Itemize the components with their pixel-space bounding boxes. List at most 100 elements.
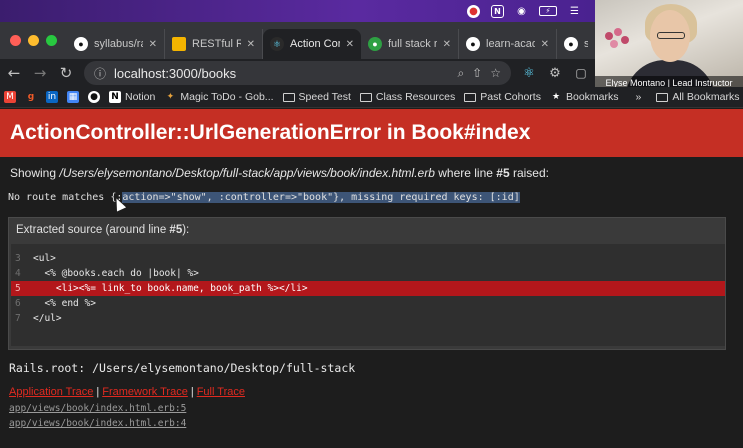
code-line: 3 <ul>	[11, 251, 725, 266]
star-icon[interactable]: ☆	[490, 66, 501, 80]
code-text: </ul>	[33, 313, 62, 324]
no-route-prefix: No route matches {:	[8, 192, 123, 203]
selected-text: action=>"show", :controller=>"book"}, mi…	[122, 192, 520, 203]
bookmarks-overflow-button[interactable]: »	[636, 91, 642, 103]
tab-title: RESTful Ro	[192, 38, 241, 50]
folder-icon	[282, 92, 295, 102]
bookmark-label: Past Cohorts	[480, 91, 541, 103]
trace-separator: |	[190, 386, 194, 398]
github-icon: ●	[368, 37, 382, 51]
trace-item-link[interactable]: app/views/book/index.html.erb:4	[9, 418, 186, 429]
source-title-line: #5	[169, 224, 183, 236]
bookmark-class-resources[interactable]: Class Resources	[359, 91, 456, 103]
close-icon[interactable]: ✕	[346, 39, 354, 50]
tab-title: syllabus/ra	[94, 38, 143, 50]
react-icon: ⚛	[270, 37, 284, 51]
zoom-window-button[interactable]	[46, 35, 57, 46]
bookmark-calendar[interactable]: ▦	[67, 91, 79, 103]
wifi-icon[interactable]: ☰	[568, 5, 581, 18]
raised-suffix: raised:	[509, 166, 549, 180]
bookmark-label: Class Resources	[375, 91, 456, 103]
github-icon: ●	[564, 37, 578, 51]
github-icon: ●	[88, 91, 100, 103]
bookmark-past-cohorts[interactable]: Past Cohorts	[464, 91, 541, 103]
site-info-icon[interactable]: ⓘ	[94, 65, 106, 82]
browser-tab[interactable]: ● full stack r ✕	[361, 29, 459, 59]
code-line-highlighted: 5 <li><%= link_to book.name, book_path %…	[11, 281, 725, 296]
minimize-window-button[interactable]	[28, 35, 39, 46]
bookmark-label: Magic ToDo - Gob...	[180, 91, 274, 103]
notion-icon[interactable]: N	[491, 4, 504, 18]
share-icon[interactable]: ⇧	[472, 66, 482, 80]
browser-tab[interactable]: ● syllabus/ra ✕	[67, 29, 165, 59]
raised-message: Showing /Users/elysemontano/Desktop/full…	[10, 166, 549, 180]
react-devtools-icon[interactable]: ⚛	[521, 66, 537, 81]
extensions-icon[interactable]: ⚙	[547, 66, 563, 81]
source-title-prefix: Extracted source (around line	[16, 224, 170, 236]
code-line: 7 </ul>	[11, 311, 725, 326]
bookmark-label: Notion	[125, 91, 156, 103]
trace-links: Application Trace | Framework Trace | Full T…	[9, 386, 245, 398]
browser-tab[interactable]: ● learn-acad ✕	[459, 29, 557, 59]
battery-icon[interactable]: ⚡	[539, 6, 557, 16]
star-icon: ★	[551, 92, 561, 102]
raised-prefix: Showing	[10, 166, 60, 180]
folder-icon	[359, 92, 372, 102]
browser-tab-active[interactable]: ⚛ Action Con ✕	[263, 29, 361, 59]
code-text: <% end %>	[33, 298, 96, 309]
forward-icon[interactable]: →	[32, 64, 48, 82]
notion-icon: N	[109, 91, 121, 103]
bookmark-gmail[interactable]: M	[4, 91, 16, 103]
framework-trace-link[interactable]: Framework Trace	[102, 386, 188, 398]
bookmark-magic-todo[interactable]: ✦ Magic ToDo - Gob...	[164, 91, 274, 103]
back-icon[interactable]: ←	[6, 64, 22, 82]
full-trace-link[interactable]: Full Trace	[197, 386, 245, 398]
source-title-suffix: ):	[182, 224, 190, 236]
raised-middle: where line	[434, 166, 497, 180]
application-trace-link[interactable]: Application Trace	[9, 386, 93, 398]
code-text: <li><%= link_to book.name, book_path %><…	[33, 283, 308, 294]
airdrop-icon[interactable]: ◉	[515, 5, 528, 18]
window-controls	[0, 35, 67, 46]
bookmark-label: Bookmarks	[565, 91, 619, 103]
address-bar[interactable]: ⓘ localhost:3000/books ⌕ ⇧ ☆	[84, 61, 511, 85]
error-header: ActionController::UrlGenerationError in …	[0, 109, 743, 157]
line-number: 7	[15, 313, 21, 324]
github-icon: ●	[74, 37, 88, 51]
extracted-source-title: Extracted source (around line #5):	[9, 218, 725, 242]
folder-icon	[656, 92, 669, 102]
bookmark-github[interactable]: ●	[88, 91, 100, 103]
close-icon[interactable]: ✕	[541, 39, 549, 50]
tab-title: full stack r	[388, 38, 437, 50]
close-icon[interactable]: ✕	[443, 39, 451, 50]
tab-title: learn-acad	[486, 38, 535, 50]
linkedin-icon: in	[46, 91, 58, 103]
rails-root: Rails.root: /Users/elysemontano/Desktop/…	[9, 361, 356, 375]
folder-icon	[464, 92, 477, 102]
bookmark-g[interactable]: g	[25, 91, 37, 103]
code-text: <ul>	[33, 253, 56, 264]
close-window-button[interactable]	[10, 35, 21, 46]
browser-tab-bar: ● syllabus/ra ✕ RESTful Ro ✕ ⚛ Action Co…	[0, 22, 595, 59]
bookmark-bookmarks[interactable]: ★ Bookmarks	[550, 91, 619, 103]
all-bookmarks-button[interactable]: All Bookmarks	[656, 91, 739, 103]
trace-separator: |	[96, 386, 100, 398]
browser-tab[interactable]: ● sy	[557, 29, 595, 59]
line-number: 4	[15, 268, 21, 279]
sidepanel-icon[interactable]: ▢	[573, 66, 589, 80]
bookmark-speed-test[interactable]: Speed Test	[282, 91, 351, 103]
code-text: <% @books.each do |book| %>	[33, 268, 199, 279]
browser-toolbar: ← → ↻ ⓘ localhost:3000/books ⌕ ⇧ ☆ ⚛ ⚙ ▢	[0, 59, 595, 87]
close-icon[interactable]: ✕	[247, 39, 255, 50]
extracted-source: Extracted source (around line #5): 3 <ul>…	[8, 217, 726, 350]
reload-icon[interactable]: ↻	[58, 64, 74, 82]
bookmark-linkedin[interactable]: in	[46, 91, 58, 103]
trace-item-link[interactable]: app/views/book/index.html.erb:5	[9, 403, 186, 414]
url-text[interactable]: localhost:3000/books	[114, 66, 449, 81]
all-bookmarks-label: All Bookmarks	[672, 91, 740, 103]
close-icon[interactable]: ✕	[149, 39, 157, 50]
bookmark-notion[interactable]: N Notion	[109, 91, 155, 103]
zoom-icon[interactable]: ⌕	[457, 66, 464, 81]
browser-tab[interactable]: RESTful Ro ✕	[165, 29, 263, 59]
chrome-icon[interactable]: ●	[467, 4, 480, 18]
